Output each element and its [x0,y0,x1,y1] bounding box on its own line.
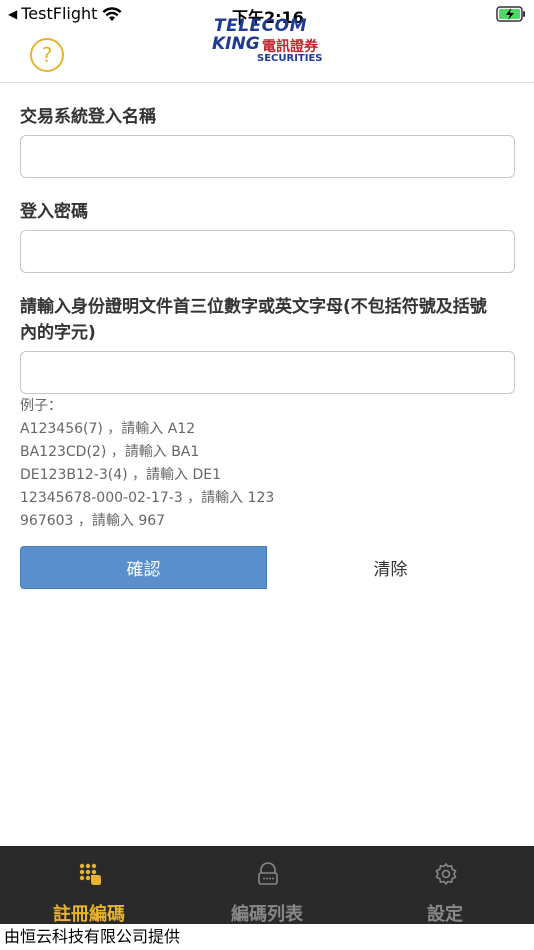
example-line: BA123CD(2) ，請輸入 BA1 [20,444,200,460]
example-line: A123456(7) ，請輸入 A12 [20,421,196,437]
lock-icon [258,862,278,885]
tab-label: 設定 [427,904,463,925]
tab-label: 註冊編碼 [53,904,125,925]
password-input[interactable] [20,230,515,273]
app-header: ? TELECOM KING 電訊證券 SECURITIES [0,0,534,83]
tab-label: 編碼列表 [231,904,303,925]
example-line: DE123B12-3(4) ，請輸入 DE1 [20,467,221,483]
id-label-line1: 請輸入身份證明文件首三位數字或英文字母(不包括符號及括號 [20,297,487,317]
logo-text-telecom: TELECOM [214,16,307,36]
logo-text-king: KING [212,34,260,54]
password-label: 登入密碼 [20,202,88,222]
telecom-king-logo: TELECOM KING 電訊證券 SECURITIES [212,16,324,64]
id-prefix-input[interactable] [20,351,515,394]
keypad-icon [79,863,101,885]
tab-settings[interactable]: 設定 [356,846,534,925]
id-label-line2: 內的字元) [20,323,96,343]
example-line: 967603 ，請輸入 967 [20,513,166,529]
example-heading: 例子： [20,398,62,414]
clear-button[interactable]: 清除 [267,546,514,589]
help-icon[interactable]: ? [30,38,64,72]
logo-text-securities: SECURITIES [257,53,323,64]
gear-icon [435,862,457,886]
provider-credit: 由恒云科技有限公司提供 [4,927,181,946]
example-line: 12345678-000-02-17-3 ，請輸入 123 [20,490,275,506]
confirm-button[interactable]: 確認 [20,546,267,589]
tab-register-code[interactable]: 註冊編碼 [0,846,178,925]
username-input[interactable] [20,135,515,178]
tab-code-list[interactable]: 編碼列表 [178,846,356,925]
username-label: 交易系統登入名稱 [20,107,156,127]
tab-bar: 註冊編碼 編碼列表 設定 [0,846,534,925]
